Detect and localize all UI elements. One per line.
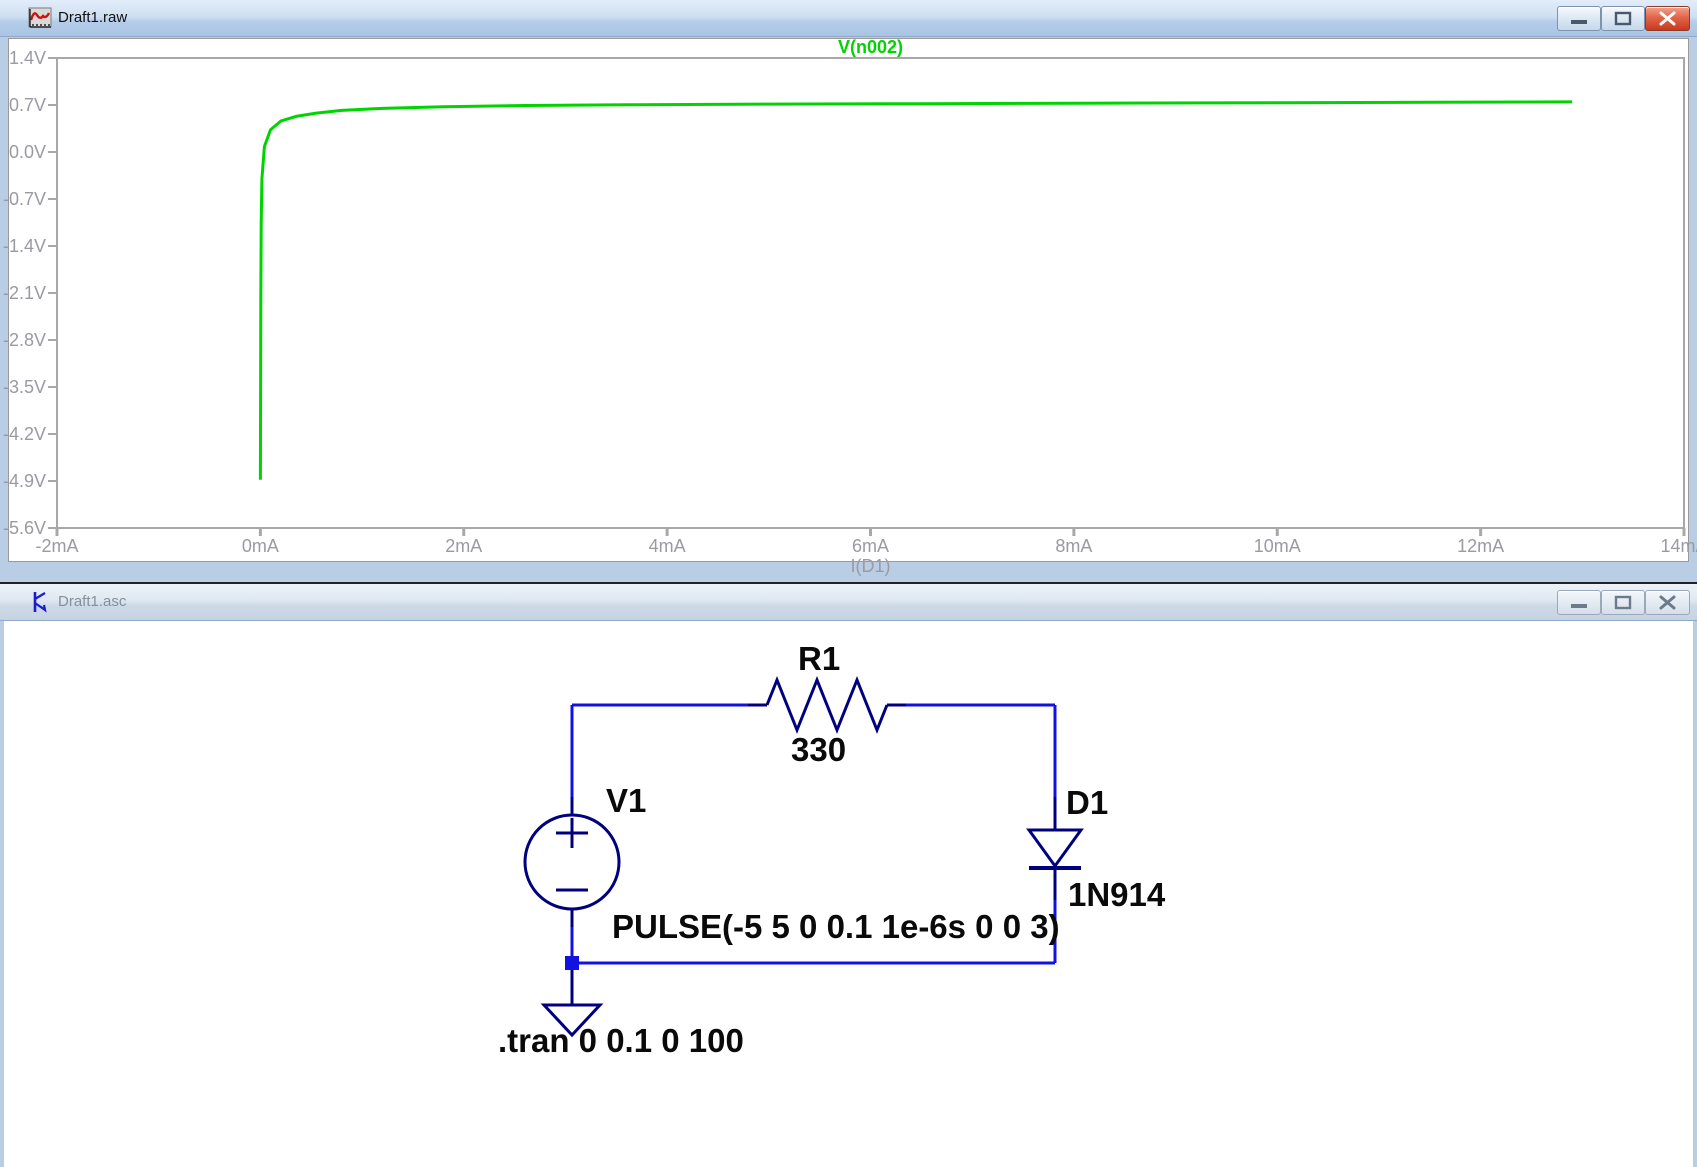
resistor-value-label[interactable]: 330 bbox=[791, 731, 846, 769]
window-separator bbox=[0, 582, 1697, 584]
source-ref-label[interactable]: V1 bbox=[606, 782, 646, 820]
close-button[interactable] bbox=[1645, 590, 1690, 615]
plot-canvas[interactable] bbox=[0, 0, 1697, 580]
source-value-label[interactable]: PULSE(-5 5 0 0.1 1e-6s 0 0 3) bbox=[612, 908, 1060, 946]
minimize-button[interactable] bbox=[1557, 6, 1601, 31]
maximize-button[interactable] bbox=[1601, 590, 1645, 615]
voltage-source-symbol[interactable] bbox=[525, 797, 619, 927]
resistor-ref-label[interactable]: R1 bbox=[798, 640, 840, 678]
window-title: Draft1.asc bbox=[58, 593, 126, 610]
waveform-app-icon bbox=[28, 6, 52, 30]
window-title: Draft1.raw bbox=[58, 9, 127, 26]
resistor-symbol[interactable] bbox=[748, 680, 906, 730]
wire-junction-node[interactable] bbox=[565, 956, 579, 970]
schematic-window: Draft1.asc bbox=[0, 582, 1697, 1167]
schematic-drawing bbox=[0, 582, 1697, 1167]
maximize-button[interactable] bbox=[1601, 6, 1645, 31]
diode-value-label[interactable]: 1N914 bbox=[1068, 876, 1165, 914]
axis-frame bbox=[57, 58, 1684, 528]
minimize-button[interactable] bbox=[1557, 590, 1601, 615]
waveform-window: Draft1.raw V(n002) 1.4V0.7V0.0V-0.7V-1.4… bbox=[0, 0, 1697, 580]
schematic-app-icon bbox=[28, 590, 52, 614]
trace-vn002 bbox=[260, 102, 1572, 480]
spice-directive[interactable]: .tran 0 0.1 0 100 bbox=[498, 1022, 744, 1060]
diode-ref-label[interactable]: D1 bbox=[1066, 784, 1108, 822]
schematic-titlebar[interactable]: Draft1.asc bbox=[0, 584, 1697, 621]
close-button[interactable] bbox=[1645, 6, 1690, 31]
waveform-titlebar[interactable]: Draft1.raw bbox=[0, 0, 1697, 37]
